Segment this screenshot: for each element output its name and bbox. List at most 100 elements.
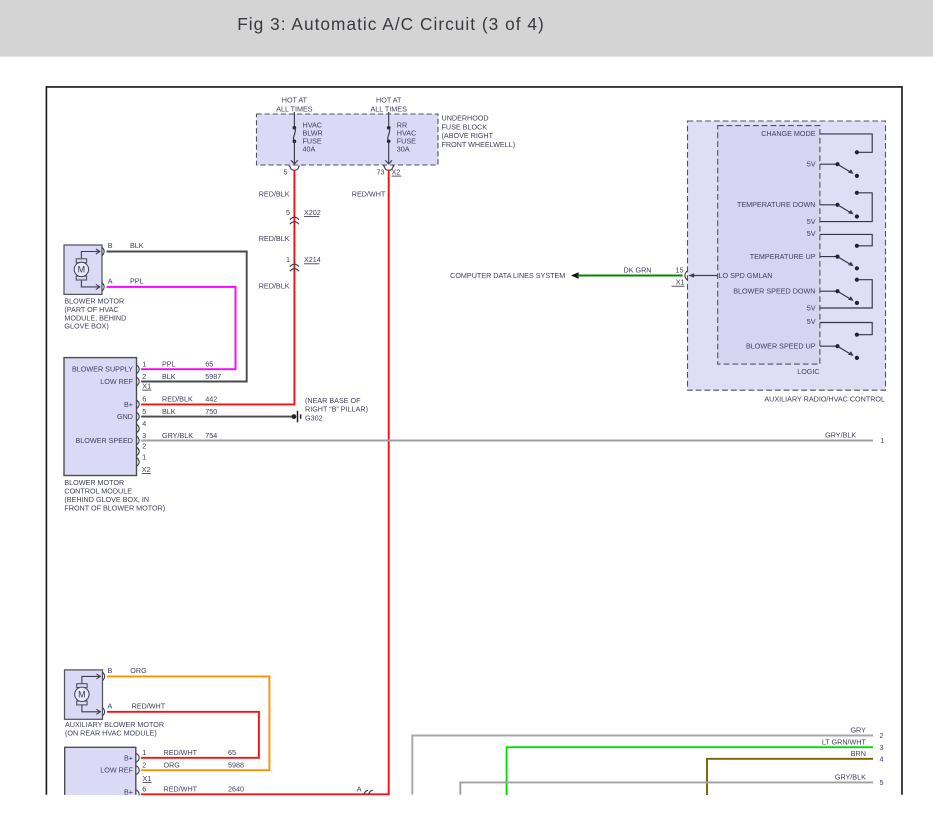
svg-text:RED/WHT: RED/WHT: [164, 748, 198, 757]
svg-text:5V: 5V: [807, 317, 816, 326]
svg-text:RED/BLK: RED/BLK: [259, 234, 290, 243]
svg-text:RED/WHT: RED/WHT: [352, 190, 386, 199]
svg-text:ORG: ORG: [164, 761, 181, 770]
svg-text:5V: 5V: [807, 217, 816, 226]
svg-text:BLK: BLK: [162, 407, 176, 416]
svg-text:1: 1: [880, 436, 884, 445]
svg-text:FRONT WHEELWELL): FRONT WHEELWELL): [442, 140, 516, 149]
svg-text:ORG: ORG: [130, 666, 147, 675]
svg-text:5987: 5987: [205, 372, 221, 381]
svg-text:FRONT OF BLOWER MOTOR): FRONT OF BLOWER MOTOR): [64, 504, 165, 513]
svg-text:DK GRN: DK GRN: [624, 266, 652, 275]
svg-text:X2: X2: [142, 465, 151, 474]
svg-text:GRY/BLK: GRY/BLK: [162, 431, 193, 440]
svg-text:B: B: [108, 666, 113, 675]
svg-text:5988: 5988: [228, 761, 244, 770]
svg-text:(NEAR BASE OF: (NEAR BASE OF: [305, 396, 361, 405]
svg-text:GRY/BLK: GRY/BLK: [825, 430, 856, 439]
svg-text:1: 1: [142, 452, 146, 461]
svg-text:BLOWER SPEED: BLOWER SPEED: [75, 436, 133, 445]
svg-text:1: 1: [286, 255, 290, 264]
svg-text:AUXILIARY RADIO/HVAC CONTROL: AUXILIARY RADIO/HVAC CONTROL: [764, 394, 885, 403]
svg-text:X202: X202: [304, 208, 321, 217]
svg-text:BLK: BLK: [162, 372, 176, 381]
svg-text:M: M: [78, 265, 86, 275]
svg-text:B: B: [108, 241, 113, 250]
svg-text:RIGHT “B” PILLAR): RIGHT “B” PILLAR): [305, 405, 368, 414]
svg-text:1: 1: [142, 360, 146, 369]
svg-text:5: 5: [880, 778, 884, 787]
svg-text:A: A: [108, 276, 113, 285]
svg-text:5V: 5V: [807, 303, 816, 312]
svg-text:30A: 30A: [397, 145, 410, 154]
svg-text:4: 4: [142, 419, 146, 428]
svg-text:Fig 3: Automatic A/C Circuit (: Fig 3: Automatic A/C Circuit (3 of 4): [237, 14, 545, 34]
svg-text:5: 5: [286, 208, 290, 217]
svg-text:FUSE BLOCK: FUSE BLOCK: [442, 122, 488, 131]
svg-text:A: A: [108, 701, 113, 710]
svg-text:(ABOVE RIGHT: (ABOVE RIGHT: [442, 131, 494, 140]
svg-text:PPL: PPL: [162, 360, 176, 369]
svg-text:GRY/BLK: GRY/BLK: [835, 773, 866, 782]
svg-text:M: M: [78, 690, 86, 700]
svg-text:754: 754: [205, 431, 217, 440]
svg-text:COMPUTER DATA LINES SYSTEM: COMPUTER DATA LINES SYSTEM: [450, 271, 565, 280]
svg-text:BLK: BLK: [130, 241, 144, 250]
svg-text:HOT AT: HOT AT: [282, 96, 308, 105]
svg-text:BLOWER SPEED DOWN: BLOWER SPEED DOWN: [733, 287, 815, 296]
svg-text:X1: X1: [143, 774, 152, 783]
svg-text:BLOWER SPEED UP: BLOWER SPEED UP: [746, 342, 816, 351]
svg-text:(ON REAR HVAC MODULE): (ON REAR HVAC MODULE): [65, 729, 157, 738]
svg-text:65: 65: [205, 360, 213, 369]
svg-text:73: 73: [377, 167, 385, 176]
svg-text:2640: 2640: [228, 785, 244, 794]
svg-text:4: 4: [880, 754, 884, 763]
svg-text:X214: X214: [304, 255, 321, 264]
svg-text:2: 2: [142, 442, 146, 451]
svg-text:40A: 40A: [303, 145, 316, 154]
svg-text:BLOWER SUPPLY: BLOWER SUPPLY: [72, 365, 133, 374]
svg-text:G302: G302: [305, 414, 323, 423]
svg-text:UNDERHOOD: UNDERHOOD: [442, 113, 489, 122]
svg-text:5: 5: [142, 407, 146, 416]
svg-text:442: 442: [205, 395, 217, 404]
svg-text:LOGIC: LOGIC: [797, 367, 819, 376]
svg-text:RED/WHT: RED/WHT: [132, 701, 166, 710]
svg-text:2: 2: [142, 372, 146, 381]
svg-text:RED/BLK: RED/BLK: [259, 282, 290, 291]
svg-text:X2: X2: [392, 167, 401, 176]
svg-text:6: 6: [142, 395, 146, 404]
svg-text:GND: GND: [117, 412, 133, 421]
svg-text:B+: B+: [124, 400, 133, 409]
svg-text:X1: X1: [142, 382, 151, 391]
svg-text:LT GRN/WHT: LT GRN/WHT: [822, 737, 867, 746]
svg-text:B+: B+: [124, 753, 133, 762]
svg-text:TEMPERATURE UP: TEMPERATURE UP: [750, 252, 816, 261]
svg-text:LOW REF: LOW REF: [100, 766, 133, 775]
svg-text:RED/BLK: RED/BLK: [259, 190, 290, 199]
svg-text:A: A: [357, 785, 362, 794]
svg-text:PPL: PPL: [130, 276, 144, 285]
svg-text:3: 3: [880, 743, 884, 752]
svg-text:LOW REF: LOW REF: [100, 377, 133, 386]
svg-text:GLOVE BOX): GLOVE BOX): [64, 322, 108, 331]
svg-text:750: 750: [205, 407, 217, 416]
svg-text:65: 65: [228, 748, 236, 757]
svg-text:5: 5: [284, 167, 288, 176]
svg-text:RED/BLK: RED/BLK: [162, 395, 193, 404]
svg-text:GRY: GRY: [850, 726, 866, 735]
svg-text:B+: B+: [124, 788, 133, 797]
svg-text:RED/WHT: RED/WHT: [164, 785, 198, 794]
svg-text:5V: 5V: [807, 159, 816, 168]
svg-text:15: 15: [676, 266, 684, 275]
svg-text:1: 1: [142, 748, 146, 757]
svg-text:2: 2: [880, 731, 884, 740]
svg-text:6: 6: [142, 785, 146, 794]
svg-text:CHANGE MODE: CHANGE MODE: [761, 129, 816, 138]
svg-text:HOT AT: HOT AT: [376, 96, 402, 105]
svg-text:X1: X1: [676, 278, 685, 287]
svg-text:TEMPERATURE DOWN: TEMPERATURE DOWN: [737, 200, 816, 209]
svg-text:BRN: BRN: [851, 749, 866, 758]
svg-text:2: 2: [142, 761, 146, 770]
svg-text:LO SPD GMLAN: LO SPD GMLAN: [719, 271, 773, 280]
